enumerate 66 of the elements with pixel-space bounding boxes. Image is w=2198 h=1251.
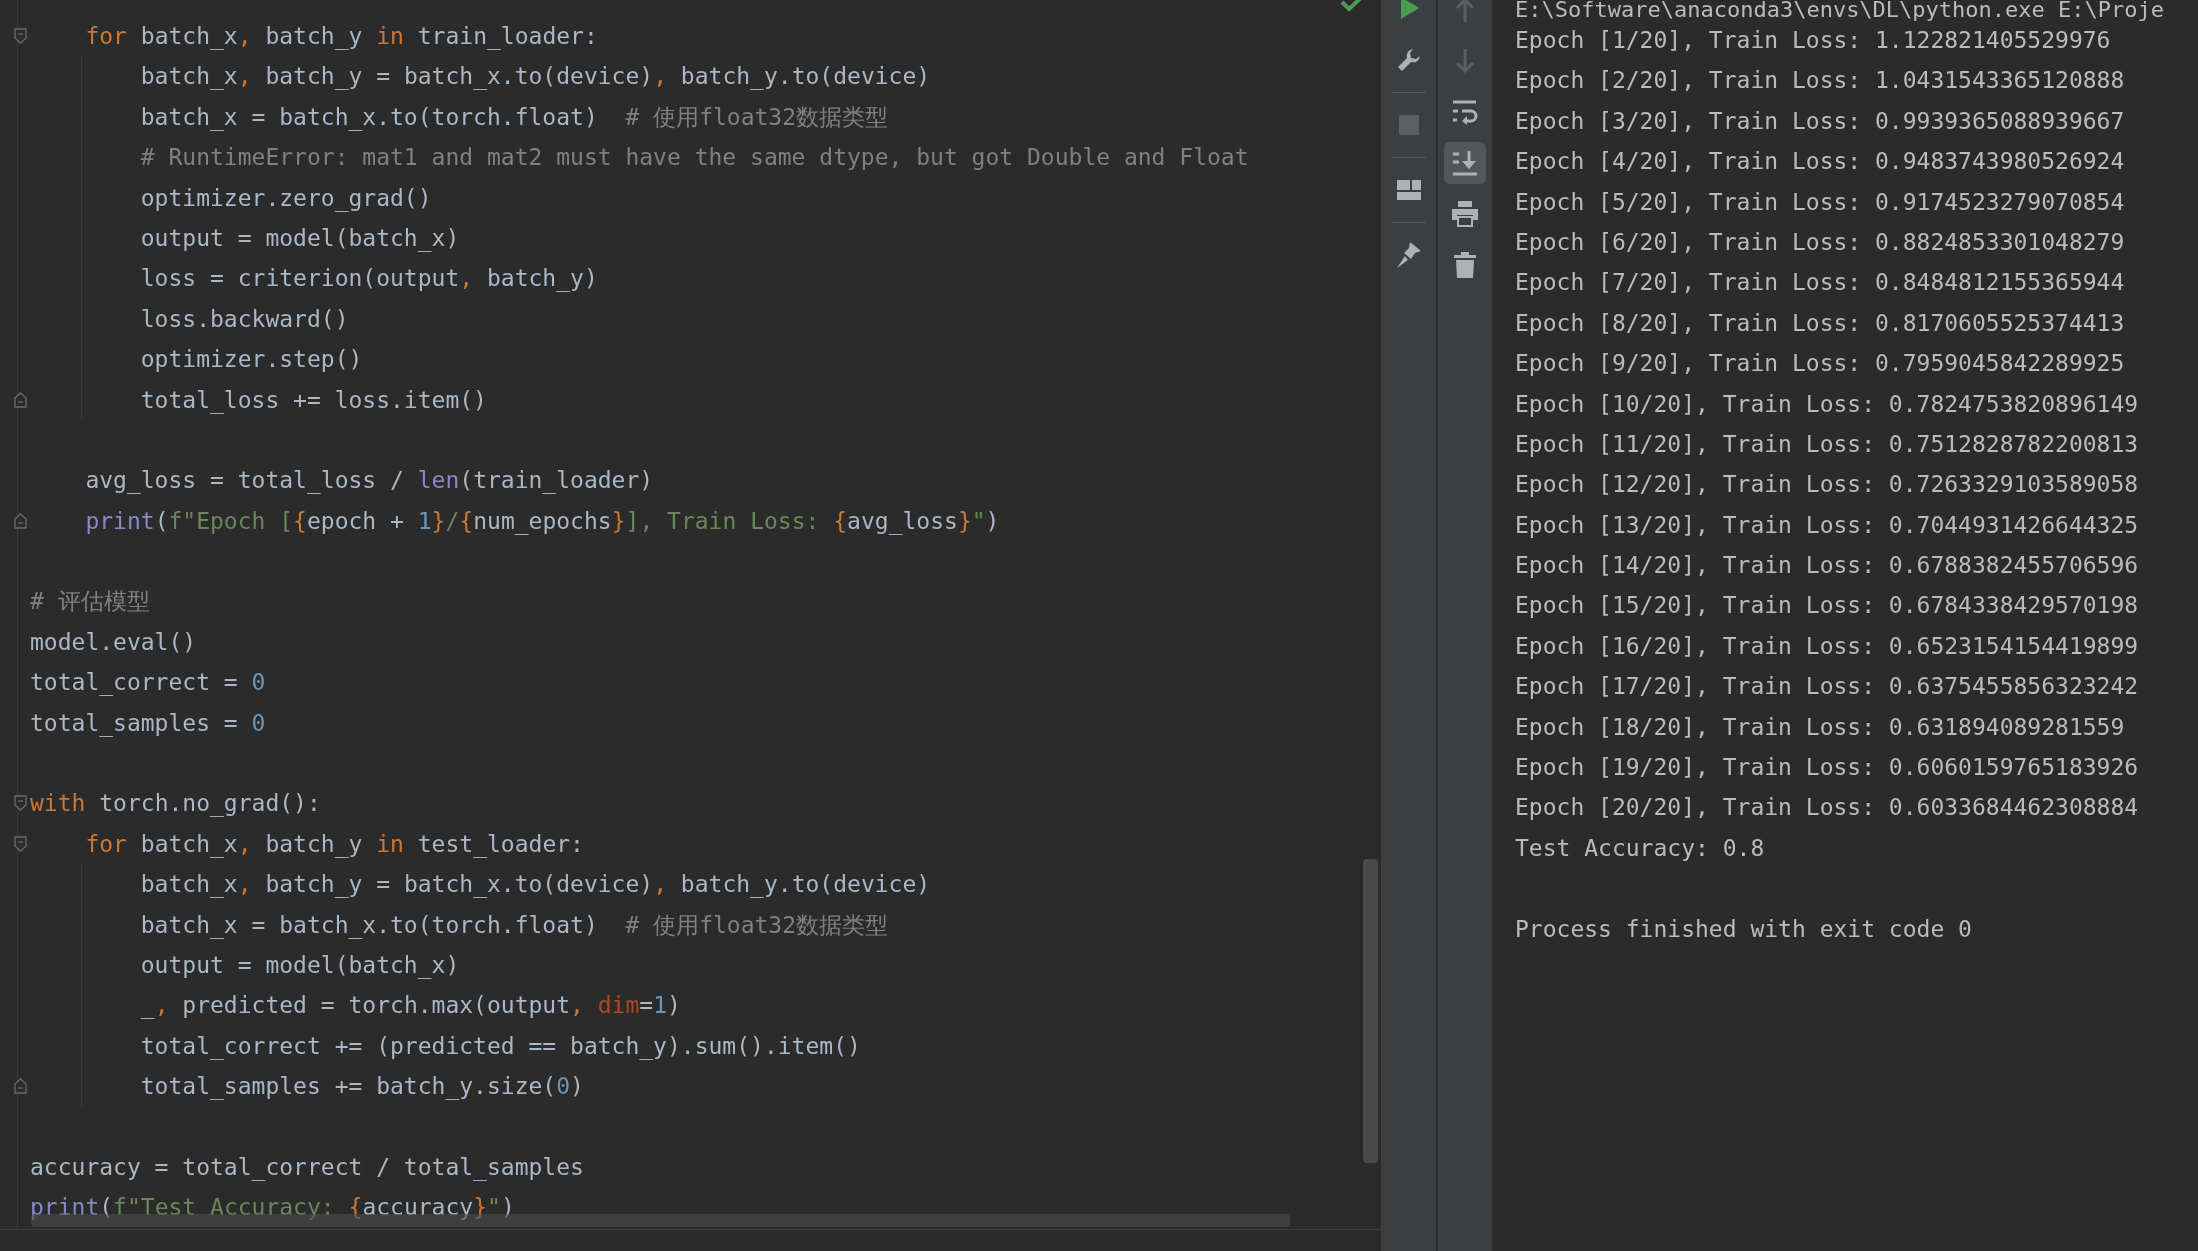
code-line: _, predicted = torch.max(output, dim=1) — [139, 991, 681, 1021]
fold-icon[interactable] — [14, 795, 27, 812]
fold-icon[interactable] — [14, 1078, 27, 1095]
fold-icon[interactable] — [14, 28, 27, 44]
console-line: Epoch [18/20], Train Loss: 0.631894089281559 — [1515, 712, 2125, 742]
code-line: for batch_x, batch_y in train_loader: — [84, 22, 598, 52]
code-line: batch_x = batch_x.to(torch.float) # 使用float32数据类型 — [139, 910, 889, 941]
scroll-to-end-icon — [1452, 149, 1478, 176]
code-line: total_correct += (predicted == batch_y).sum().item() — [139, 1031, 861, 1062]
console-line: Epoch [20/20], Train Loss: 0.6033684462308884 — [1515, 793, 2139, 823]
fold-icon[interactable] — [14, 835, 27, 852]
console-line: Epoch [16/20], Train Loss: 0.6523154154419899 — [1515, 631, 2139, 661]
console-line: Epoch [1/20], Train Loss: 1.122821405529976 — [1515, 26, 2111, 55]
toolbar-button[interactable] — [1444, 141, 1486, 184]
console-line: Epoch [4/20], Train Loss: 0.9483743980526924 — [1515, 147, 2125, 177]
console-line: Epoch [8/20], Train Loss: 0.8170605525374413 — [1515, 308, 2125, 338]
console-line: Epoch [15/20], Train Loss: 0.6784338429570198 — [1515, 591, 2139, 621]
down-arrow-icon — [1455, 48, 1475, 73]
code-line: batch_x, batch_y = batch_x.to(device), batch_y.to(device) — [139, 62, 931, 92]
console-line: Epoch [6/20], Train Loss: 0.8824853301048279 — [1515, 227, 2125, 257]
console-line: Epoch [9/20], Train Loss: 0.7959045842289925 — [1515, 349, 2125, 379]
console-line: Epoch [19/20], Train Loss: 0.6060159765183926 — [1515, 753, 2139, 783]
code-line: print(f"Test Accuracy: {accuracy}") — [30, 1193, 515, 1223]
code-line: accuracy = total_correct / total_samples — [30, 1152, 584, 1183]
code-line: # RuntimeError: mat1 and mat2 must have the same dtype, but got Double and Float — [139, 143, 1249, 173]
console-line: Process finished with exit code 0 — [1515, 914, 1972, 944]
layout-icon — [1396, 180, 1421, 200]
code-line: optimizer.step() — [139, 345, 363, 375]
console-line: Epoch [12/20], Train Loss: 0.7263329103589058 — [1515, 470, 2139, 500]
fold-icon[interactable] — [14, 512, 27, 529]
console-line: Epoch [10/20], Train Loss: 0.7824753820896149 — [1515, 389, 2139, 419]
code-line: for batch_x, batch_y in test_loader: — [84, 829, 584, 860]
stop-icon — [1398, 115, 1419, 135]
code-line: optimizer.zero_grad() — [139, 183, 432, 214]
console-line: E:\Software\anaconda3\envs\DL\python.exe E:\Proje — [1515, 0, 2164, 20]
code-line: loss.backward() — [139, 304, 349, 334]
scrollbar-thumb[interactable] — [1363, 859, 1378, 1163]
code-line: print(f"Epoch [{epoch + 1}/{num_epochs}], Train Loss: {avg_loss}") — [84, 506, 1000, 537]
console-line: Epoch [13/20], Train Loss: 0.7044931426644325 — [1515, 510, 2139, 540]
pin-icon — [1395, 241, 1422, 269]
up-arrow-icon — [1455, 0, 1475, 22]
console-line: Epoch [11/20], Train Loss: 0.7512828782200813 — [1515, 429, 2139, 459]
soft-wrap-icon — [1452, 98, 1478, 125]
printer-icon — [1452, 200, 1478, 227]
code-line: with torch.no_grad(): — [30, 789, 321, 819]
console-line: Epoch [14/20], Train Loss: 0.6788382455706596 — [1515, 551, 2139, 581]
code-line: model.eval() — [30, 627, 197, 657]
console-line: Epoch [2/20], Train Loss: 1.0431543365120888 — [1515, 66, 2125, 96]
fold-icon[interactable] — [14, 391, 27, 408]
console-line: Epoch [17/20], Train Loss: 0.6375455856323242 — [1515, 672, 2139, 702]
console-line: Epoch [7/20], Train Loss: 0.8484812155365944 — [1515, 268, 2125, 298]
console-line: Epoch [5/20], Train Loss: 0.9174523279070854 — [1515, 187, 2125, 217]
code-line: batch_x, batch_y = batch_x.to(device), batch_y.to(device) — [139, 870, 931, 900]
code-line: batch_x = batch_x.to(torch.float) # 使用float32数据类型 — [139, 102, 889, 133]
code-line: total_samples = 0 — [30, 708, 266, 739]
code-line: # 评估模型 — [30, 587, 150, 617]
code-line: total_correct = 0 — [30, 668, 266, 698]
console-line: Test Accuracy: 0.8 — [1515, 833, 1765, 863]
code-line: loss = criterion(output, batch_y) — [139, 264, 598, 294]
code-line: total_samples += batch_y.size(0) — [139, 1072, 584, 1102]
trash-icon — [1454, 251, 1476, 278]
code-line: output = model(batch_x) — [139, 951, 460, 981]
console-line: Epoch [3/20], Train Loss: 0.9939365088939667 — [1515, 106, 2125, 136]
code-line: total_loss += loss.item() — [139, 385, 487, 416]
code-line: avg_loss = total_loss / len(train_loader) — [84, 466, 654, 496]
code-line: output = model(batch_x) — [139, 223, 460, 254]
